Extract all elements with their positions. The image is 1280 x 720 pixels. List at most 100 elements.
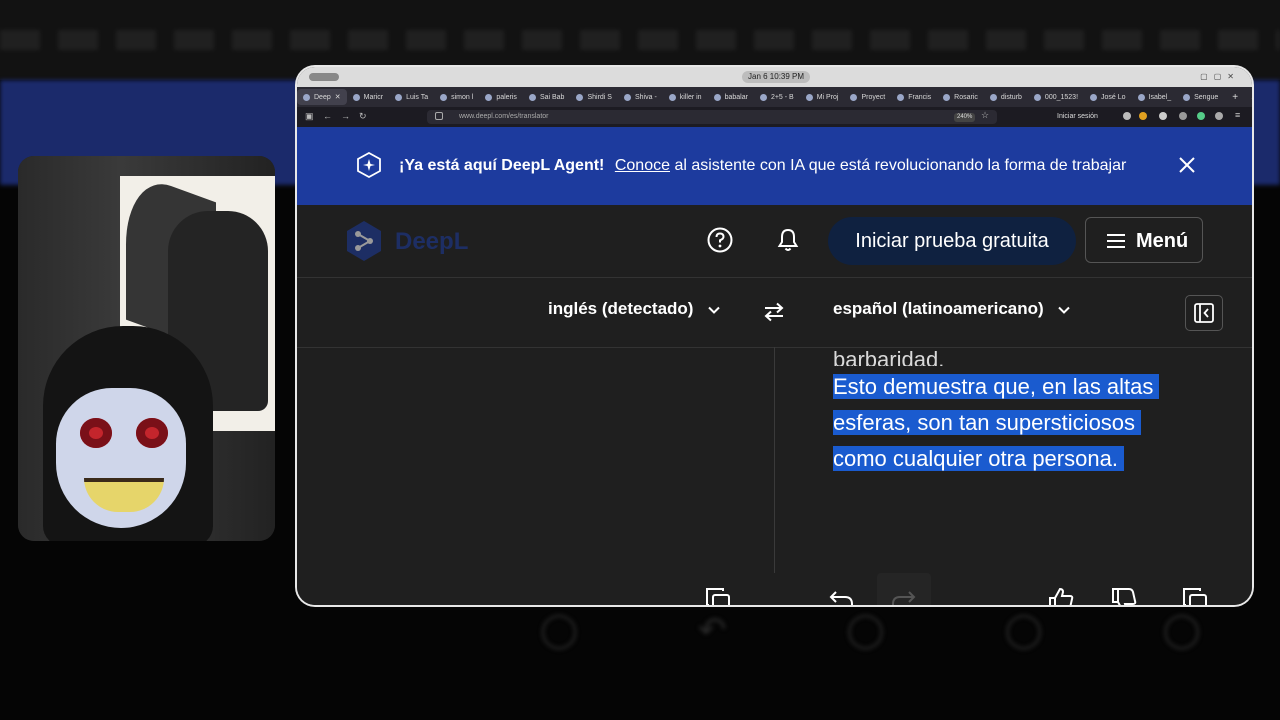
banner-message: ¡Ya está aquí DeepL Agent! Conoce al asi… (399, 157, 1126, 175)
tab-label: Sengue (1194, 93, 1219, 101)
highlighted-text: como cualquier otra persona. (833, 446, 1124, 471)
tab-label: Rosaric (954, 93, 978, 101)
browser-tab[interactable]: Rosaric (937, 89, 984, 105)
zoom-indicator[interactable]: 240% (954, 113, 976, 122)
extension-icon[interactable] (1123, 112, 1131, 120)
redo-button[interactable] (877, 573, 931, 605)
browser-tab[interactable]: babalar (708, 89, 754, 105)
extension-icon[interactable] (1179, 112, 1187, 120)
panel-divider (774, 347, 775, 573)
tab-favicon-icon (759, 93, 767, 101)
tab-list-icon[interactable]: ⌄ (1250, 93, 1252, 102)
highlighted-text: Esto demuestra que, en las altas (833, 374, 1160, 399)
translation-line[interactable]: Esto demuestra que, en las altas (833, 369, 1160, 405)
close-icon[interactable] (1176, 154, 1198, 176)
browser-tab[interactable]: 000_1523! (1028, 89, 1084, 105)
tab-label: paleris (496, 93, 517, 101)
tab-favicon-icon (1090, 93, 1098, 101)
toggle-panel-button[interactable] (1185, 295, 1223, 331)
forward-icon[interactable]: → (341, 111, 350, 121)
deepl-logo[interactable]: DeepL (344, 219, 484, 263)
thumbs-down-icon[interactable] (1110, 586, 1138, 605)
browser-tab[interactable]: Francis (891, 89, 937, 105)
lock-icon (435, 112, 443, 120)
undo-icon[interactable] (827, 586, 855, 605)
browser-tab[interactable]: Sengue (1177, 89, 1224, 105)
extension-icon[interactable] (1139, 112, 1147, 120)
extension-icon[interactable] (1215, 112, 1223, 120)
tab-favicon-icon (528, 93, 536, 101)
browser-tab[interactable]: killer in (663, 89, 708, 105)
extension-icon[interactable] (1159, 112, 1167, 120)
source-language-selector[interactable]: inglés (detectado) (548, 299, 720, 319)
browser-tab[interactable]: Maricr (347, 89, 389, 105)
url-text[interactable]: www.deepl.com/es/translator (459, 113, 548, 120)
os-clock: Jan 6 10:39 PM (742, 71, 811, 83)
browser-tab[interactable]: Proyect (844, 89, 891, 105)
target-language-selector[interactable]: español (latinoamericano) (833, 299, 1071, 319)
webcam-overlay (18, 156, 275, 541)
browser-tab[interactable]: Deep ✕ (297, 89, 347, 105)
browser-tab[interactable]: Shiva - (618, 89, 663, 105)
browser-tab[interactable]: Luis Ta (389, 89, 434, 105)
copy-source-icon[interactable] (704, 586, 732, 605)
panel-collapse-icon (1194, 303, 1214, 323)
copy-translation-icon[interactable] (1181, 586, 1209, 605)
banner-text: al asistente con IA que está revoluciona… (674, 157, 1127, 174)
os-top-bar: Jan 6 10:39 PM ▢▢✕ (297, 67, 1252, 87)
browser-tab[interactable]: 2+5 - B (754, 89, 800, 105)
tab-label: Francis (908, 93, 932, 101)
browser-tab[interactable]: José Lo (1084, 89, 1132, 105)
chevron-down-icon (1058, 306, 1071, 314)
close-tab-icon[interactable]: ✕ (335, 93, 341, 101)
menu-button[interactable]: Menú (1085, 217, 1203, 263)
browser-tab[interactable]: Mi Proj (800, 89, 845, 105)
tab-label: Shiva - (634, 93, 657, 101)
target-language-label: español (latinoamericano) (833, 299, 1044, 318)
swap-languages-icon[interactable] (763, 301, 785, 323)
tab-label: 000_1523! (1044, 93, 1079, 101)
notification-bell-icon[interactable] (775, 227, 801, 253)
webcam-mask-eye (80, 418, 112, 448)
help-icon[interactable] (707, 227, 733, 253)
sign-in-button[interactable]: Iniciar sesión (1057, 113, 1098, 120)
menu-label: Menú (1136, 230, 1189, 252)
tab-favicon-icon (989, 93, 997, 101)
tab-favicon-icon (303, 93, 310, 101)
bookmark-star-icon[interactable]: ☆ (981, 110, 989, 121)
tab-label: Shirdi S (587, 93, 612, 101)
translation-line[interactable]: esferas, son tan supersticiosos (833, 405, 1142, 441)
window-controls[interactable]: ▢▢✕ (1200, 72, 1240, 81)
tab-label: Luis Ta (406, 93, 429, 101)
tab-label: José Lo (1101, 93, 1126, 101)
tab-label: Mi Proj (816, 93, 839, 101)
banner-link[interactable]: Conoce (615, 157, 670, 174)
extension-icon[interactable] (1197, 112, 1205, 120)
browser-tab[interactable]: paleris (479, 89, 523, 105)
browser-tab[interactable]: Isabel_ (1132, 89, 1178, 105)
start-free-trial-button[interactable]: Iniciar prueba gratuita (828, 217, 1076, 265)
new-tab-icon[interactable]: + (1232, 92, 1238, 103)
back-icon[interactable]: ← (323, 111, 332, 121)
browser-tab[interactable]: disturb (984, 89, 1028, 105)
thumbs-up-icon[interactable] (1047, 586, 1075, 605)
workspace-indicator (309, 73, 339, 81)
browser-menu-icon[interactable]: ≡ (1235, 110, 1240, 120)
tab-label: killer in (679, 93, 702, 101)
hamburger-icon (1107, 234, 1125, 248)
tab-label: babalar (724, 93, 748, 101)
agent-sparkle-icon (357, 152, 381, 178)
browser-window: Jan 6 10:39 PM ▢▢✕ Deep ✕ Maricr Luis Ta sim… (297, 67, 1252, 605)
browser-tab[interactable]: Sai Bab (523, 89, 571, 105)
tab-favicon-icon (395, 93, 403, 101)
browser-tab[interactable]: Shirdi S (570, 89, 618, 105)
translation-line[interactable]: como cualquier otra persona. (833, 441, 1124, 477)
reload-icon[interactable]: ↻ (359, 111, 367, 122)
tab-favicon-icon (805, 93, 813, 101)
deepl-logo-text: DeepL (395, 228, 469, 255)
tab-favicon-icon (668, 93, 676, 101)
banner-headline: ¡Ya está aquí DeepL Agent! (399, 157, 605, 174)
browser-tab[interactable]: simon l (434, 89, 479, 105)
sidebar-icon[interactable]: ▣ (305, 111, 314, 122)
deepl-page: ¡Ya está aquí DeepL Agent! Conoce al asi… (297, 127, 1252, 605)
